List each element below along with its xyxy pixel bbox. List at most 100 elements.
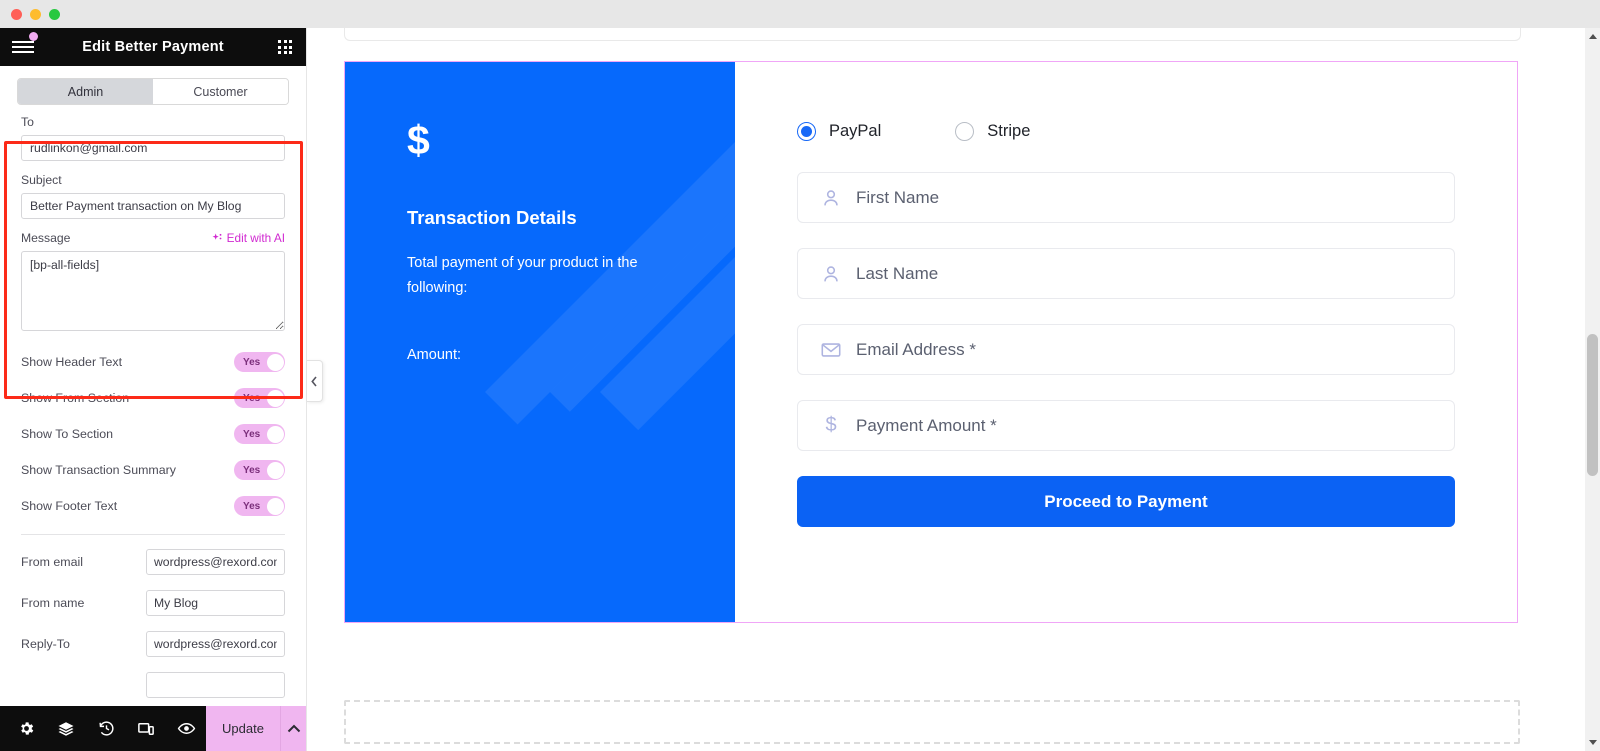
field-row-partial <box>0 664 306 705</box>
close-window-button[interactable] <box>11 8 22 20</box>
hamburger-menu-icon[interactable] <box>12 32 38 55</box>
transaction-details-panel: $ Transaction Details Total payment of y… <box>345 62 735 622</box>
reply-to-input[interactable] <box>146 630 285 657</box>
update-button[interactable]: Update <box>206 706 280 751</box>
toggle-state: Yes <box>243 356 261 368</box>
history-icon[interactable] <box>86 706 126 751</box>
first-name-field[interactable]: First Name <box>797 172 1455 223</box>
from-email-label: From email <box>21 554 83 569</box>
toggle-knob <box>266 353 284 371</box>
message-textarea[interactable]: [bp-all-fields] <box>21 251 285 331</box>
to-input[interactable] <box>21 135 285 161</box>
message-label-row: Message Edit with AI <box>21 231 285 245</box>
scrollbar-thumb[interactable] <box>1587 334 1598 476</box>
editor-bottom-toolbar: Update <box>0 706 306 751</box>
editor-sidebar: Edit Better Payment Admin Customer To Su… <box>0 28 307 751</box>
email-address-placeholder: Email Address * <box>856 339 976 359</box>
triangle-up-icon <box>1588 34 1597 39</box>
toggle-row-show-from-section: Show From Section Yes <box>21 380 285 416</box>
dollar-sign-icon: $ <box>407 117 430 163</box>
scroll-down-button[interactable] <box>1585 734 1600 751</box>
toggle-show-header-text[interactable]: Yes <box>234 352 285 372</box>
from-name-input[interactable] <box>146 589 285 616</box>
toggle-row-show-footer-text: Show Footer Text Yes <box>21 488 285 524</box>
paypal-label: PayPal <box>829 122 882 140</box>
email-address-field[interactable]: Email Address * <box>797 324 1455 375</box>
toggle-state: Yes <box>243 392 261 404</box>
sender-settings: From email From name Reply-To <box>0 535 306 705</box>
toggle-row-show-header-text: Show Header Text Yes <box>21 344 285 380</box>
toggle-show-transaction-summary[interactable]: Yes <box>234 460 285 480</box>
toggle-knob <box>266 497 284 515</box>
payment-method-stripe[interactable]: Stripe <box>955 122 1030 141</box>
admin-customer-tabs: Admin Customer <box>17 78 289 105</box>
responsive-mode-icon[interactable] <box>126 706 166 751</box>
chevron-left-icon <box>311 375 317 387</box>
proceed-to-payment-button[interactable]: Proceed to Payment <box>797 476 1455 527</box>
editor-canvas: $ Transaction Details Total payment of y… <box>308 28 1600 751</box>
payment-amount-field[interactable]: $ Payment Amount * <box>797 400 1455 451</box>
widget-drop-zone[interactable] <box>344 700 1520 744</box>
toggle-row-show-to-section: Show To Section Yes <box>21 416 285 452</box>
grid-apps-icon[interactable] <box>278 40 292 54</box>
minimize-window-button[interactable] <box>30 8 41 20</box>
toggle-show-to-section[interactable]: Yes <box>234 424 285 444</box>
field-row-from-name: From name <box>0 582 306 623</box>
reply-to-label: Reply-To <box>21 636 70 651</box>
radio-selected-icon <box>797 122 816 141</box>
toggle-label: Show Footer Text <box>21 499 118 513</box>
toggle-state: Yes <box>243 428 261 440</box>
stripe-label: Stripe <box>987 122 1031 140</box>
email-settings-fields: To Subject Message Edit with AI [bp-all-… <box>0 105 306 336</box>
radio-unselected-icon <box>955 122 975 141</box>
edit-with-ai-button[interactable]: Edit with AI <box>212 231 285 245</box>
toggle-label: Show Transaction Summary <box>21 463 176 477</box>
transaction-details-description: Total payment of your product in the fol… <box>407 255 638 296</box>
first-name-placeholder: First Name <box>856 187 940 207</box>
update-options-chevron-up-icon[interactable] <box>279 706 306 751</box>
toggle-show-from-section[interactable]: Yes <box>234 388 285 408</box>
last-name-placeholder: Last Name <box>856 263 939 283</box>
preview-eye-icon[interactable] <box>166 706 206 751</box>
from-email-input[interactable] <box>146 548 285 575</box>
display-toggles: Show Header Text Yes Show From Section Y… <box>0 336 306 524</box>
envelope-icon <box>821 342 841 357</box>
sidebar-header: Edit Better Payment <box>0 28 306 66</box>
subject-input[interactable] <box>21 193 285 219</box>
page-scrollbar[interactable] <box>1585 28 1600 751</box>
previous-widget-edge <box>344 28 1521 41</box>
tab-customer[interactable]: Customer <box>153 79 288 104</box>
page-title: Edit Better Payment <box>82 39 224 55</box>
toggle-knob <box>266 389 284 407</box>
toggle-state: Yes <box>243 464 261 476</box>
last-name-field[interactable]: Last Name <box>797 248 1455 299</box>
collapse-sidebar-handle[interactable] <box>307 360 323 402</box>
app-window: Edit Better Payment Admin Customer To Su… <box>0 0 1600 751</box>
from-name-label: From name <box>21 595 85 610</box>
toggle-show-footer-text[interactable]: Yes <box>234 496 285 516</box>
payment-amount-placeholder: Payment Amount * <box>856 415 997 435</box>
toggle-label: Show To Section <box>21 427 114 441</box>
user-icon <box>824 265 838 281</box>
maximize-window-button[interactable] <box>49 8 60 20</box>
sparkle-icon <box>212 233 222 240</box>
subject-label: Subject <box>21 173 62 187</box>
tab-admin[interactable]: Admin <box>18 79 153 104</box>
user-icon <box>824 189 838 205</box>
window-title-bar <box>0 0 1600 28</box>
amount-label: Amount: <box>407 346 461 363</box>
layers-icon[interactable] <box>46 706 86 751</box>
field-row-reply-to: Reply-To <box>0 623 306 664</box>
toggle-state: Yes <box>243 500 261 512</box>
triangle-down-icon <box>1588 740 1597 745</box>
dollar-sign-icon: $ <box>825 414 837 436</box>
better-payment-widget[interactable]: $ Transaction Details Total payment of y… <box>344 61 1518 623</box>
toggle-row-show-transaction-summary: Show Transaction Summary Yes <box>21 452 285 488</box>
scroll-up-button[interactable] <box>1585 28 1600 45</box>
partial-input[interactable] <box>146 671 285 698</box>
message-label: Message <box>21 231 71 245</box>
field-row-from-email: From email <box>0 541 306 582</box>
settings-gear-icon[interactable] <box>6 706 46 751</box>
payment-form: PayPal Stripe First Name Last Name Email… <box>735 62 1517 622</box>
payment-method-paypal[interactable]: PayPal <box>797 122 881 141</box>
